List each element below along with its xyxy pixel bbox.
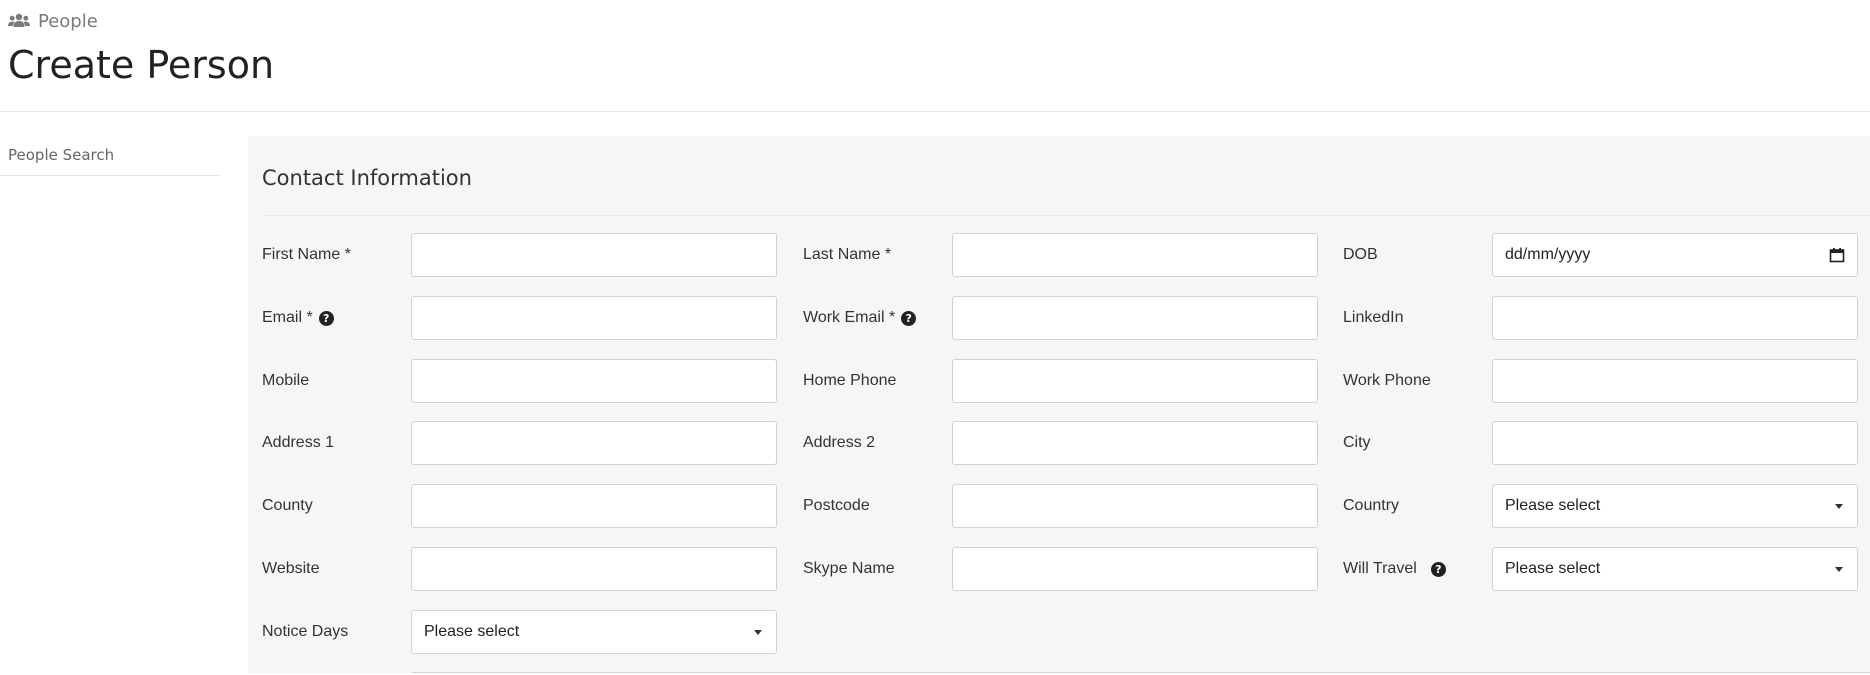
address2-label-text: Address 2 [803,434,876,451]
address1-label-text: Address 1 [262,434,335,451]
last-name-input[interactable] [952,233,1318,277]
linkedin-label: LinkedIn [1343,308,1404,328]
first-name-label-text: First Name * [262,246,351,263]
website-input[interactable] [411,547,777,591]
country-label: Country [1343,496,1399,516]
home-phone-label: Home Phone [803,371,896,391]
linkedin-label-text: LinkedIn [1343,309,1404,326]
website-label: Website [262,559,320,579]
skype-name-label-text: Skype Name [803,560,895,577]
work-email-label-text: Work Email * [803,309,896,326]
calendar-icon[interactable] [1829,247,1845,263]
caret-down-icon [1835,566,1843,572]
city-label: City [1343,433,1371,453]
will-travel-label-text: Will Travel [1343,560,1417,577]
notice-days-label: Notice Days [262,622,348,642]
contact-information-panel: Contact Information First Name * Last Na… [248,136,1870,673]
question-circle-icon[interactable]: ? [901,310,917,326]
skype-name-input[interactable] [952,547,1318,591]
work-email-label: Work Email * ? [803,308,917,328]
first-name-input[interactable] [411,233,777,277]
postcode-input[interactable] [952,484,1318,528]
website-label-text: Website [262,560,320,577]
breadcrumb-label: People [38,10,98,32]
question-circle-icon[interactable]: ? [1430,561,1446,577]
caret-down-icon [1835,503,1843,509]
sidebar-item-people-search[interactable]: People Search [0,136,220,176]
email-input[interactable] [411,296,777,340]
dob-date-input[interactable]: dd/mm/yyyy [1492,233,1858,277]
dob-placeholder: dd/mm/yyyy [1505,246,1591,263]
will-travel-select[interactable]: Please select [1492,547,1858,591]
county-label: County [262,496,313,516]
page-title: Create Person [8,43,275,87]
email-label-text: Email * [262,309,313,326]
city-input[interactable] [1492,421,1858,465]
section-title: Contact Information [262,166,472,190]
country-select[interactable]: Please select [1492,484,1858,528]
header-divider [0,111,1870,112]
address2-label: Address 2 [803,433,875,453]
work-email-input[interactable] [952,296,1318,340]
postcode-label: Postcode [803,496,870,516]
work-phone-label: Work Phone [1343,371,1431,391]
country-label-text: Country [1343,497,1400,514]
page: People Create Person People Search Conta… [0,0,1870,673]
last-name-label-text: Last Name * [803,246,892,263]
email-label: Email * ? [262,308,334,328]
notice-days-selected-value: Please select [424,623,520,640]
mobile-label-text: Mobile [262,372,310,389]
dob-label: DOB [1343,245,1378,265]
people-group-icon [8,13,30,29]
dob-label-text: DOB [1343,246,1378,263]
work-phone-label-text: Work Phone [1343,372,1431,389]
linkedin-input[interactable] [1492,296,1858,340]
city-label-text: City [1343,434,1371,451]
address2-input[interactable] [952,421,1318,465]
mobile-input[interactable] [411,359,777,403]
will-travel-selected-value: Please select [1505,560,1601,577]
address1-label: Address 1 [262,433,334,453]
question-circle-icon[interactable]: ? [318,310,334,326]
mobile-label: Mobile [262,371,309,391]
breadcrumb[interactable]: People [8,8,98,34]
home-phone-input[interactable] [952,359,1318,403]
caret-down-icon [754,629,762,635]
section-divider [262,215,1870,216]
skype-name-label: Skype Name [803,559,895,579]
sidebar: People Search [0,136,220,176]
address1-input[interactable] [411,421,777,465]
county-input[interactable] [411,484,777,528]
first-name-label: First Name * [262,245,351,265]
home-phone-label-text: Home Phone [803,372,897,389]
notice-days-select[interactable]: Please select [411,610,777,654]
country-selected-value: Please select [1505,497,1601,514]
county-label-text: County [262,497,313,514]
work-phone-input[interactable] [1492,359,1858,403]
postcode-label-text: Postcode [803,497,870,514]
notice-days-label-text: Notice Days [262,623,349,640]
last-name-label: Last Name * [803,245,891,265]
will-travel-label: Will Travel ? [1343,559,1446,579]
